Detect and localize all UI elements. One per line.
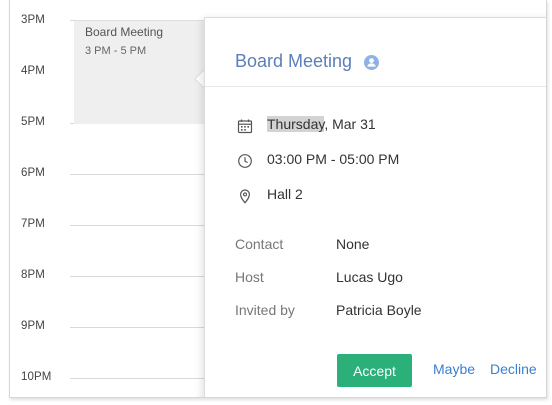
person-icon bbox=[364, 55, 379, 70]
hour-line bbox=[70, 378, 210, 379]
hour-line bbox=[70, 225, 210, 226]
hour-label-4pm: 4PM bbox=[21, 65, 45, 77]
invited-by-value: Patricia Boyle bbox=[336, 302, 422, 318]
hour-line bbox=[70, 276, 210, 277]
clock-icon bbox=[237, 153, 253, 169]
event-details-popover: Board Meeting Thursday, Mar 31 03:00 PM … bbox=[204, 17, 546, 397]
location-row: Hall 2 bbox=[235, 186, 535, 206]
maybe-button[interactable]: Maybe bbox=[433, 361, 475, 377]
event-block[interactable]: Board Meeting 3 PM - 5 PM bbox=[74, 20, 210, 124]
popover-divider bbox=[205, 86, 546, 87]
event-date-rest: , Mar 31 bbox=[324, 116, 376, 132]
hour-label-10pm: 10PM bbox=[21, 371, 52, 383]
hour-label-7pm: 7PM bbox=[21, 218, 45, 230]
hour-label-6pm: 6PM bbox=[21, 167, 45, 179]
event-location: Hall 2 bbox=[267, 186, 303, 202]
decline-button[interactable]: Decline bbox=[490, 361, 537, 377]
popover-title: Board Meeting bbox=[235, 51, 353, 71]
hour-label-8pm: 8PM bbox=[21, 269, 45, 281]
time-row: 03:00 PM - 05:00 PM bbox=[235, 151, 535, 171]
hour-line bbox=[70, 174, 210, 175]
invited-by-label: Invited by bbox=[235, 302, 295, 318]
event-time-detail: 03:00 PM - 05:00 PM bbox=[267, 151, 400, 167]
contact-value: None bbox=[336, 236, 370, 252]
hour-label-9pm: 9PM bbox=[21, 320, 45, 332]
contact-label: Contact bbox=[235, 236, 284, 252]
hour-line bbox=[70, 327, 210, 328]
host-label: Host bbox=[235, 269, 264, 285]
date-row: Thursday, Mar 31 bbox=[235, 116, 535, 136]
event-time: 3 PM - 5 PM bbox=[85, 45, 147, 57]
host-value: Lucas Ugo bbox=[336, 269, 403, 285]
calendar-window: 3PM 4PM 5PM 6PM 7PM 8PM 9PM 10PM Board M… bbox=[0, 0, 552, 405]
calendar-icon bbox=[237, 118, 253, 134]
calendar-day-view: 3PM 4PM 5PM 6PM 7PM 8PM 9PM 10PM Board M… bbox=[9, 0, 547, 398]
event-date-weekday: Thursday bbox=[267, 116, 325, 132]
event-date: Thursday, Mar 31 bbox=[267, 116, 376, 132]
location-pin-icon bbox=[237, 188, 253, 204]
hour-label-3pm: 3PM bbox=[21, 14, 45, 26]
accept-button[interactable]: Accept bbox=[337, 354, 412, 387]
event-title: Board Meeting bbox=[85, 25, 164, 39]
hour-label-5pm: 5PM bbox=[21, 116, 45, 128]
